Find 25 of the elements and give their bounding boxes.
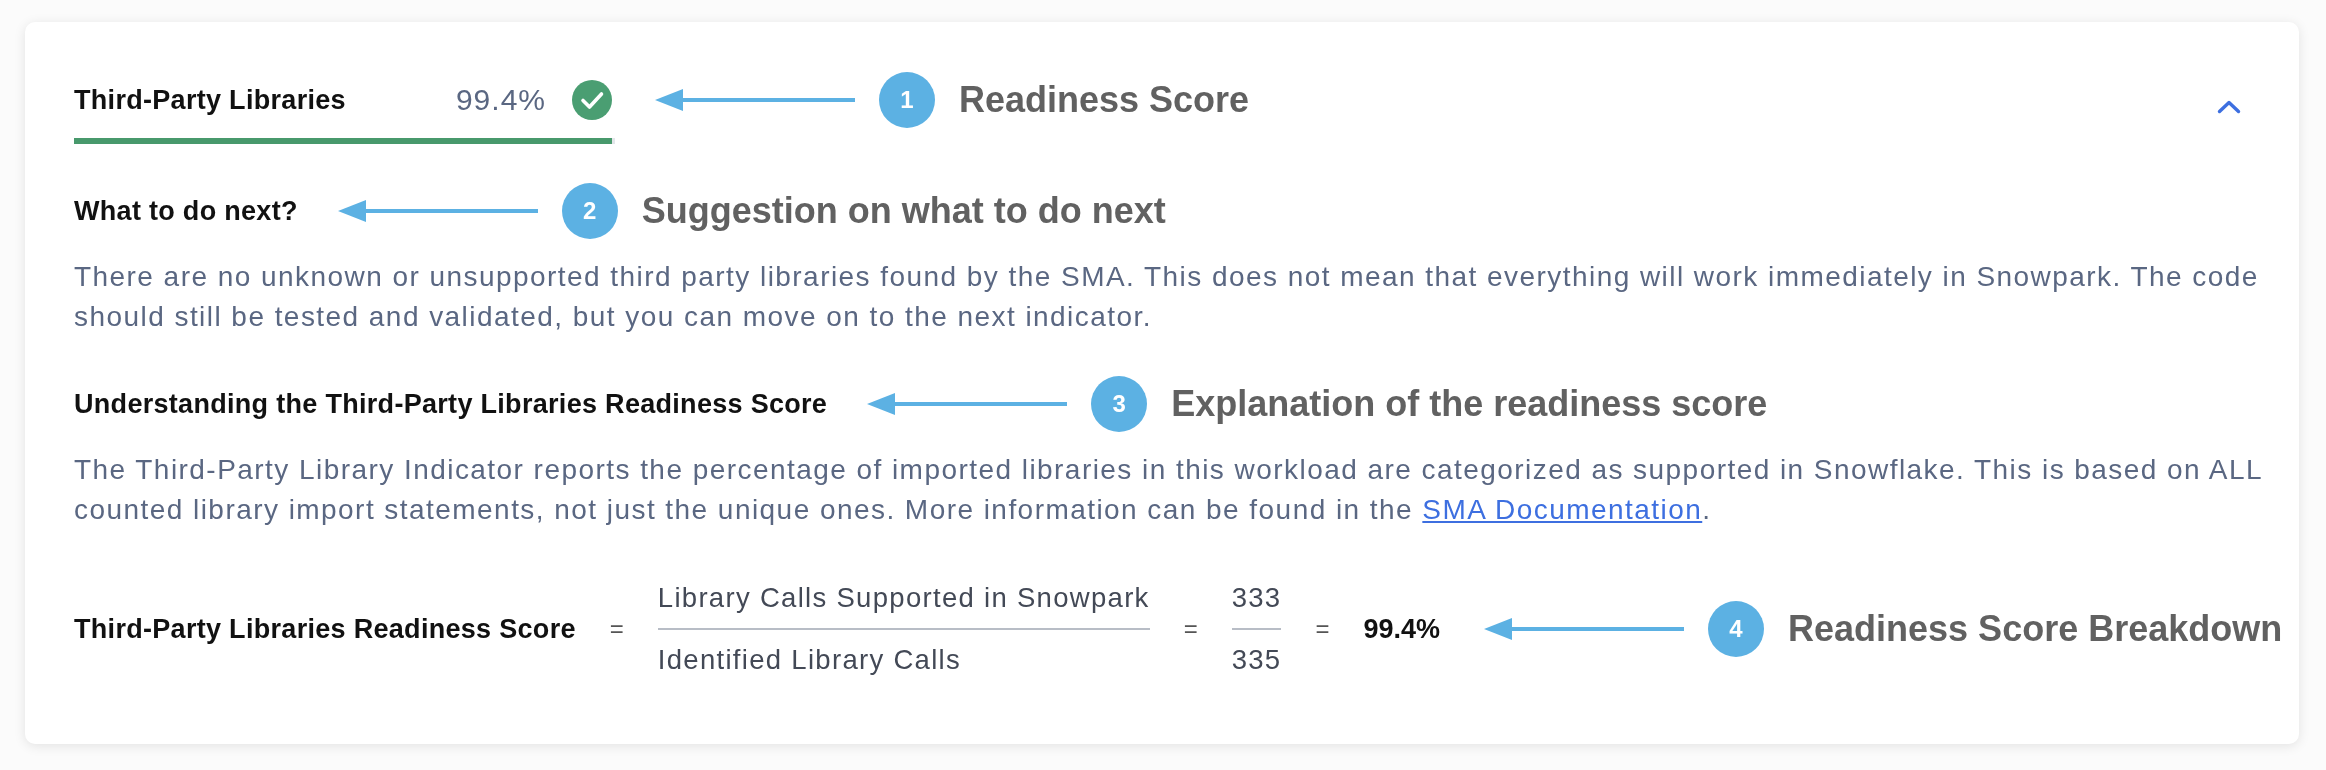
callout-number: 1 bbox=[879, 72, 935, 128]
documentation-link[interactable]: SMA Documentation bbox=[1422, 494, 1703, 525]
equals-sign: = bbox=[609, 615, 624, 643]
readiness-score: 99.4% bbox=[455, 83, 546, 117]
callout-label: Explanation of the readiness score bbox=[1171, 383, 1768, 425]
callout-label: Suggestion on what to do next bbox=[641, 190, 1166, 232]
denominator: Identified Library Calls bbox=[657, 643, 962, 677]
section-text: There are no unknown or unsupported third party libraries found by the SMA. This does not mean that everything will work immediately in Snowpark. The code should still be tested and validated, but you can move on to the next indicator. bbox=[74, 260, 2260, 334]
equals-sign: = bbox=[1183, 615, 1198, 643]
formula-label: Third-Party Libraries Readiness Score bbox=[74, 613, 576, 645]
section-heading: Understanding the Third-Party Libraries Readiness Score bbox=[74, 388, 828, 420]
numerator: 333 bbox=[1231, 581, 1282, 615]
section-heading: What to do next? bbox=[74, 195, 298, 227]
equals-sign: = bbox=[1315, 615, 1330, 643]
check-circle-icon bbox=[572, 80, 612, 120]
callout-number: 3 bbox=[1091, 376, 1148, 432]
denominator: 335 bbox=[1231, 643, 1282, 677]
callout-label: Readiness Score Breakdown bbox=[1788, 608, 2283, 650]
indicator-title: Third-Party Libraries bbox=[74, 84, 346, 116]
callout-number: 2 bbox=[561, 183, 618, 239]
numerator: Library Calls Supported in Snowpark bbox=[657, 581, 1150, 615]
callout-number: 4 bbox=[1708, 601, 1765, 657]
callout-label: Readiness Score bbox=[959, 79, 1250, 121]
result-value: 99.4% bbox=[1363, 613, 1441, 645]
section-text: The Third-Party Library Indicator reports the percentage of imported libraries in this workload are categorized as supported in Snowflake. This is based on ALL counted library import statements, not just the unique ones. More information can be found in the SMA Documentation. bbox=[74, 453, 2263, 527]
